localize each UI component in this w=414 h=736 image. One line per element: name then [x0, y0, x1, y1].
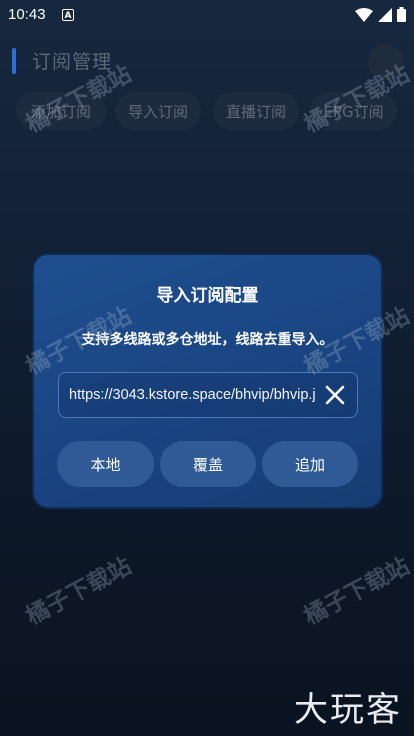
title-accent-bar — [12, 47, 16, 74]
clear-icon[interactable] — [323, 383, 347, 407]
corner-logo: 大玩客 — [294, 690, 402, 730]
tab-add-subscription[interactable]: 添加订阅 — [16, 92, 106, 130]
import-dialog: 导入订阅配置 支持多线路或多仓地址，线路去重导入。 本地 覆盖 追加 — [32, 253, 383, 509]
signal-icon — [378, 7, 392, 22]
dialog-description: 支持多线路或多仓地址，线路去重导入。 — [81, 332, 334, 348]
tab-epg-subscription[interactable]: EPG订阅 — [310, 92, 397, 130]
status-bar: 10:43 A — [0, 0, 414, 30]
local-button[interactable]: 本地 — [57, 441, 154, 487]
header-action-button[interactable] — [368, 44, 404, 80]
notification-icon: A — [62, 9, 74, 21]
dialog-title: 导入订阅配置 — [156, 286, 259, 306]
status-icons — [355, 7, 406, 22]
url-input[interactable] — [69, 373, 315, 417]
url-field — [58, 372, 358, 418]
page-title: 订阅管理 — [32, 51, 113, 73]
battery-icon — [397, 7, 406, 22]
wifi-icon — [355, 7, 373, 22]
status-time: 10:43 — [8, 6, 46, 23]
overwrite-button[interactable]: 覆盖 — [160, 441, 256, 487]
append-button[interactable]: 追加 — [262, 441, 358, 487]
page-header: 订阅管理 — [12, 47, 112, 74]
tab-live-subscription[interactable]: 直播订阅 — [213, 92, 299, 130]
tab-import-subscription[interactable]: 导入订阅 — [115, 92, 201, 130]
subscription-tabs: 添加订阅 导入订阅 直播订阅 EPG订阅 — [0, 92, 414, 130]
